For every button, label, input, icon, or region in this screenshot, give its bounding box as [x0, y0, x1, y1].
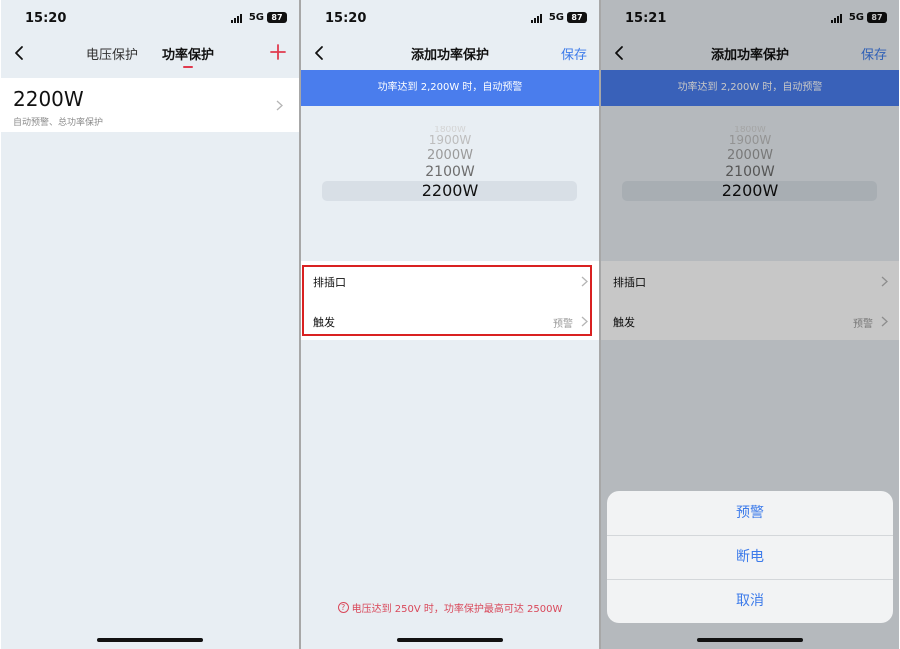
voltage-footnote: ? 电压达到 250V 时，功率保护最高可达 2500W [301, 600, 599, 615]
threshold-banner: 功率达到 2,200W 时，自动预警 [301, 70, 599, 106]
highlight-box [302, 265, 592, 336]
footnote-text: 电压达到 250V 时，功率保护最高可达 2500W [351, 604, 563, 615]
trigger-action-sheet-screen: 15:21 5G 87 添加功率保护 保存 功率达到 2,200W 时，自动预警… [601, 0, 899, 649]
back-arrow-icon[interactable] [13, 44, 25, 62]
save-button[interactable]: 保存 [561, 44, 587, 63]
signal-icon [531, 13, 545, 23]
battery-icon: 87 [567, 12, 587, 23]
picker-option[interactable]: 1800W [301, 126, 599, 133]
signal-icon [231, 13, 245, 23]
nav-bar: 电压保护 功率保护 [1, 36, 299, 70]
page-title: 添加功率保护 [410, 48, 489, 63]
power-rule-subtitle: 自动预警、总功率保护 [13, 118, 104, 128]
status-time: 15:20 [325, 11, 367, 26]
question-circle-icon: ? [337, 602, 349, 613]
power-rule-card[interactable]: 2200W 自动预警、总功率保护 [1, 78, 299, 132]
home-indicator [97, 638, 203, 642]
network-label: 5G [548, 12, 564, 23]
tab-power-protection[interactable]: 功率保护 [162, 44, 214, 63]
option-power-off-button[interactable]: 断电 [607, 535, 893, 579]
network-label: 5G [248, 12, 264, 23]
home-indicator [697, 638, 803, 642]
power-list-screen: 15:20 5G 87 电压保护 功率保护 2200W 自动预警、总功率保护 [1, 0, 299, 649]
plus-icon[interactable] [269, 43, 287, 61]
picker-option[interactable]: 1900W [301, 134, 599, 147]
home-indicator [397, 638, 503, 642]
tab-voltage-protection[interactable]: 电压保护 [86, 44, 138, 63]
power-rule-value: 2200W [13, 87, 84, 111]
active-tab-indicator [183, 66, 193, 68]
add-power-protection-screen: 15:20 5G 87 添加功率保护 保存 功率达到 2,200W 时，自动预警… [301, 0, 599, 649]
nav-bar: 添加功率保护 保存 [301, 36, 599, 70]
option-warning-button[interactable]: 预警 [607, 491, 893, 535]
status-bar: 15:20 5G 87 [301, 0, 599, 36]
picker-selected-option[interactable]: 2200W [301, 181, 599, 201]
picker-option[interactable]: 2100W [301, 164, 599, 180]
status-time: 15:20 [25, 11, 67, 26]
picker-option[interactable]: 2000W [301, 148, 599, 163]
cancel-button[interactable]: 取消 [607, 579, 893, 623]
action-sheet: 预警 断电 取消 [607, 491, 893, 623]
chevron-right-icon [276, 100, 283, 111]
battery-icon: 87 [267, 12, 287, 23]
power-picker[interactable]: 1800W 1900W 2000W 2100W 2200W [301, 106, 599, 260]
status-bar: 15:20 5G 87 [1, 0, 299, 36]
